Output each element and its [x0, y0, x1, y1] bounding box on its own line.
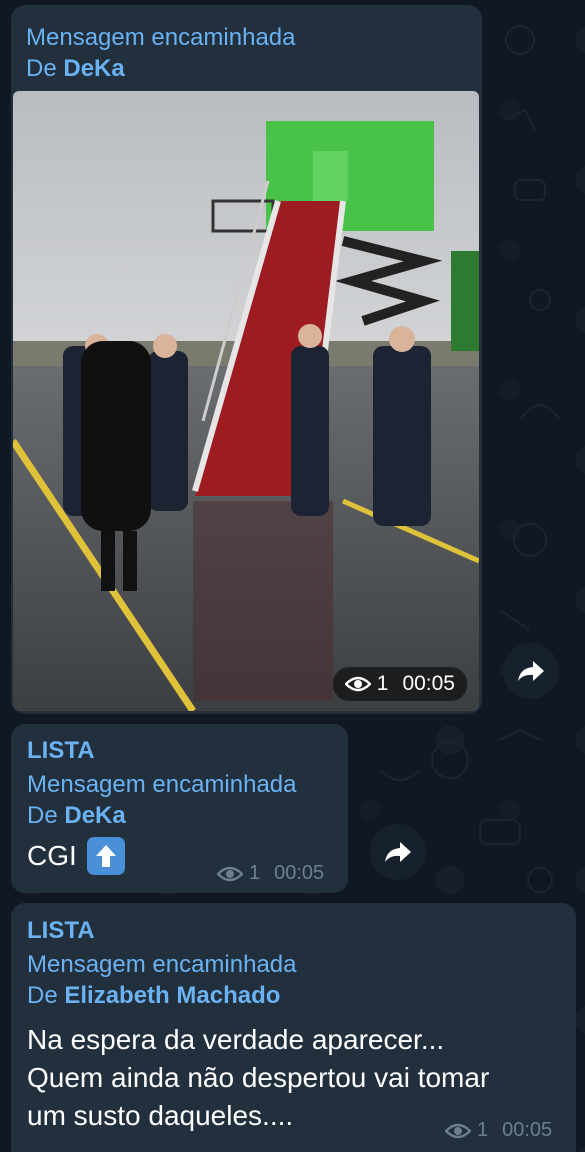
- message-views-time: 1 00:05: [217, 862, 324, 885]
- message-time: 00:05: [402, 672, 455, 695]
- photo-views-time: 1 00:05: [332, 667, 467, 701]
- view-count: 1: [249, 862, 261, 884]
- share-arrow-icon: [385, 842, 411, 862]
- up-arrow-emoji: [86, 837, 125, 875]
- share-button[interactable]: [503, 643, 559, 699]
- message-views-time: 1 00:05: [445, 1119, 552, 1142]
- message-bubble-photo[interactable]: Mensagem encaminhada De DeKa 1 00:05: [11, 5, 482, 714]
- share-button[interactable]: [370, 824, 426, 880]
- forwarded-label: Mensagem encaminhada: [26, 24, 296, 51]
- message-text-line: Na espera da verdade aparecer...: [27, 1024, 445, 1055]
- message-bubble[interactable]: LISTA Mensagem encaminhada De Elizabeth …: [11, 903, 576, 1152]
- message-text: CGI: [27, 840, 77, 871]
- photo-image: [13, 91, 479, 711]
- forwarded-from-name[interactable]: Elizabeth Machado: [64, 982, 280, 1009]
- forwarded-from-name[interactable]: DeKa: [64, 802, 125, 829]
- forwarded-label: Mensagem encaminhada: [27, 771, 297, 798]
- message-text-line: Quem ainda não despertou vai tomar: [27, 1062, 490, 1093]
- eye-icon: [217, 866, 243, 881]
- photo-attachment[interactable]: 1 00:05: [13, 91, 479, 711]
- message-text: Na espera da verdade aparecer... Quem ai…: [27, 1021, 489, 1135]
- view-count: 1: [477, 1119, 489, 1141]
- forwarded-from[interactable]: De DeKa: [27, 800, 297, 831]
- forwarded-from[interactable]: De Elizabeth Machado: [27, 980, 489, 1011]
- message-text-line: um susto daqueles....: [27, 1100, 294, 1131]
- forwarded-label: Mensagem encaminhada: [27, 951, 297, 978]
- forwarded-from-name[interactable]: DeKa: [63, 55, 124, 82]
- view-count: 1: [376, 672, 389, 695]
- share-arrow-icon: [518, 661, 544, 681]
- eye-icon: [344, 676, 371, 692]
- up-arrow-icon: [95, 845, 116, 867]
- sender-name[interactable]: LISTA: [27, 916, 489, 946]
- message-bubble[interactable]: LISTA Mensagem encaminhada De DeKa CGI 1…: [11, 724, 348, 893]
- sender-name[interactable]: LISTA: [27, 736, 297, 766]
- eye-icon: [445, 1123, 471, 1138]
- message-time: 00:05: [274, 862, 325, 884]
- forwarded-from[interactable]: De DeKa: [26, 53, 296, 84]
- message-time: 00:05: [502, 1119, 553, 1141]
